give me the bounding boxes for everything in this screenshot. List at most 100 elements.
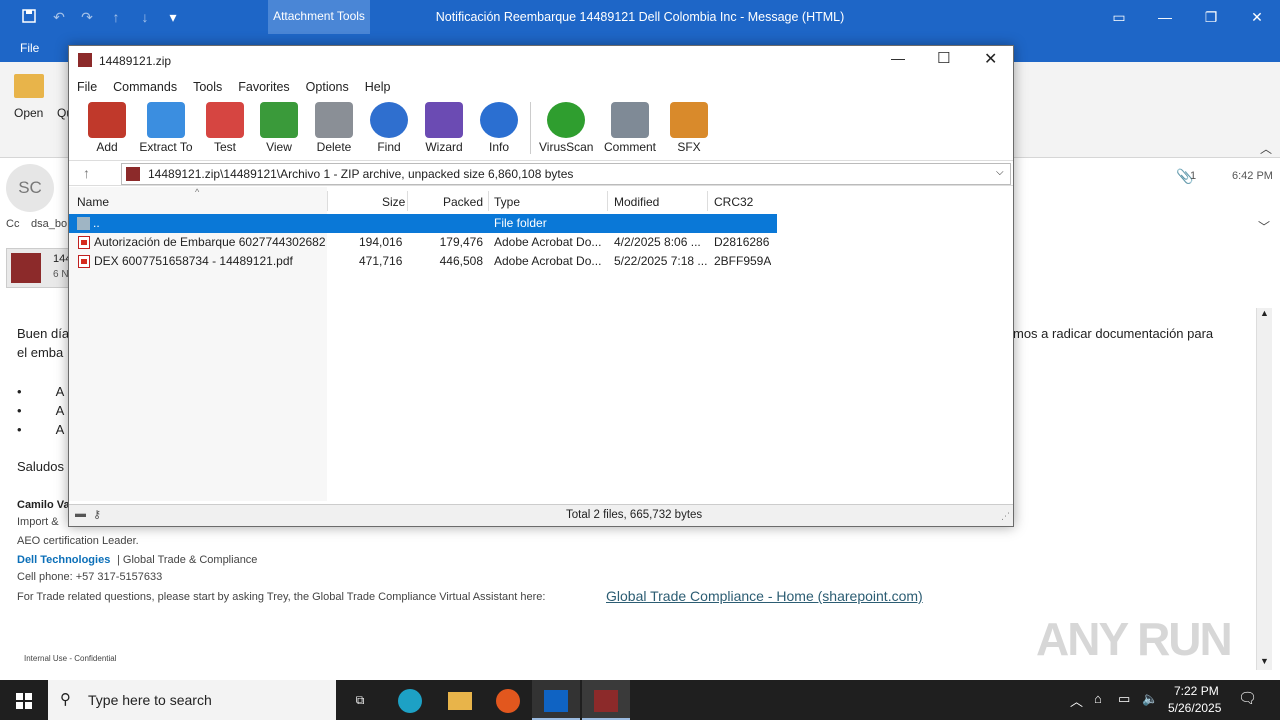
winrar-title: 14489121.zip	[99, 54, 172, 68]
path-dropdown[interactable]: 14489121.zip\14489121\Archivo 1 - ZIP ar…	[121, 163, 1011, 185]
greeting: Buen día	[17, 326, 70, 341]
test-button[interactable]: Test	[203, 102, 247, 156]
file-list: ^ Name Size Packed Type Modified CRC32 .…	[69, 187, 1013, 501]
menu-favorites[interactable]: Favorites	[230, 76, 297, 98]
vertical-scrollbar[interactable]: ▲ ▼	[1256, 308, 1272, 670]
close-icon[interactable]: ✕	[1234, 0, 1280, 34]
greeting-tail: mos a radicar documentación para	[1013, 326, 1214, 341]
add-button[interactable]: Add	[85, 102, 129, 156]
info-button[interactable]: Info	[477, 102, 521, 156]
extract-to-icon	[147, 102, 185, 138]
up-arrow-icon[interactable]: ↑	[107, 8, 125, 26]
start-button[interactable]	[0, 680, 48, 720]
collapse-ribbon-icon[interactable]: ︿	[1260, 140, 1272, 157]
maximize-icon[interactable]: ☐	[937, 49, 950, 67]
network-icon[interactable]: ⌂	[1094, 691, 1102, 706]
volume-icon[interactable]: 🔈	[1142, 691, 1158, 707]
taskbar-search[interactable]: ⚲ Type here to search	[48, 680, 336, 720]
menu-tools[interactable]: Tools	[185, 76, 230, 98]
phone: Cell phone: +57 317-5157633	[17, 571, 163, 583]
sfx-icon	[670, 102, 708, 138]
open-button-label[interactable]: Open	[14, 106, 43, 120]
avatar: SC	[6, 164, 54, 212]
scroll-down-icon[interactable]: ▼	[1260, 656, 1269, 666]
save-icon[interactable]	[20, 8, 38, 26]
virusscan-icon	[547, 102, 585, 138]
column-header-type[interactable]: Type	[494, 193, 520, 211]
edge-icon[interactable]	[386, 680, 434, 720]
ribbon-display-icon[interactable]: ▭	[1096, 0, 1142, 34]
winrar-taskbar-icon[interactable]	[582, 680, 630, 720]
table-row[interactable]: DEX 6007751658734 - 14489121.pdf 471,716…	[69, 252, 1013, 271]
customize-qat-icon[interactable]: ▾	[164, 8, 182, 26]
expand-header-icon[interactable]: ﹀	[1258, 218, 1270, 235]
column-header-packed[interactable]: Packed	[443, 193, 483, 211]
virusscan-button[interactable]: VirusScan	[539, 102, 593, 156]
display-icon[interactable]: ▭	[1118, 691, 1130, 707]
drive-icon[interactable]: ▬	[75, 508, 86, 520]
up-one-level-icon[interactable]: ↑	[83, 165, 90, 181]
scroll-up-icon[interactable]: ▲	[1260, 308, 1269, 318]
firefox-icon[interactable]	[484, 680, 532, 720]
classification-label: Internal Use - Confidential	[24, 654, 117, 663]
search-placeholder: Type here to search	[88, 692, 212, 708]
column-header-crc32[interactable]: CRC32	[714, 193, 753, 211]
restore-icon[interactable]: ❐	[1188, 0, 1234, 34]
clock-time[interactable]: 7:22 PM	[1174, 684, 1219, 698]
menu-help[interactable]: Help	[357, 76, 399, 98]
key-icon[interactable]: ⚷	[93, 508, 101, 521]
aeo-line: AEO certification Leader.	[17, 535, 139, 547]
menu-file[interactable]: File	[69, 76, 105, 98]
file-tab[interactable]: File	[20, 41, 39, 55]
wizard-icon	[425, 102, 463, 138]
menu-options[interactable]: Options	[298, 76, 357, 98]
view-icon	[260, 102, 298, 138]
clock-date[interactable]: 5/26/2025	[1168, 701, 1221, 715]
view-button[interactable]: View	[257, 102, 301, 156]
delete-button[interactable]: Delete	[311, 102, 357, 156]
outlook-titlebar: ↶ ↷ ↑ ↓ ▾ Attachment Tools Notificación …	[0, 0, 1280, 34]
task-view-icon[interactable]: ⧉	[336, 680, 384, 720]
bullet-list: • A • A • A	[17, 382, 64, 439]
attachment-count: 1	[1190, 170, 1197, 182]
outlook-taskbar-icon[interactable]	[532, 680, 580, 720]
minimize-icon[interactable]: —	[891, 50, 905, 66]
file-explorer-icon[interactable]	[436, 680, 484, 720]
comment-icon	[611, 102, 649, 138]
status-text: Total 2 files, 665,732 bytes	[566, 509, 703, 521]
find-button[interactable]: Find	[367, 102, 411, 156]
path-bar: ↑ 14489121.zip\14489121\Archivo 1 - ZIP …	[69, 160, 1013, 186]
received-time: 6:42 PM	[1232, 170, 1273, 182]
comment-button[interactable]: Comment	[601, 102, 659, 156]
cc-value[interactable]: dsa_bo	[31, 218, 67, 230]
show-hidden-icons-icon[interactable]: ︿	[1070, 691, 1083, 710]
extract-to-button[interactable]: Extract To	[137, 102, 195, 156]
sfx-button[interactable]: SFX	[667, 102, 711, 156]
column-header-modified[interactable]: Modified	[614, 193, 659, 211]
table-row[interactable]: Autorización de Embarque 6027744302682..…	[69, 233, 1013, 252]
division-name: | Global Trade & Compliance	[117, 554, 258, 566]
body-line-2: el emba	[17, 345, 64, 360]
column-header-size[interactable]: Size	[382, 193, 405, 211]
down-arrow-icon[interactable]: ↓	[136, 8, 154, 26]
resize-grip-icon[interactable]: ⋰	[1001, 511, 1010, 522]
close-icon[interactable]: ✕	[984, 49, 997, 69]
open-folder-icon[interactable]	[14, 74, 44, 98]
attachment-card[interactable]: 144 6 N	[6, 248, 71, 288]
list-item: • A	[17, 384, 65, 399]
chevron-down-icon[interactable]: ⌵	[996, 167, 1004, 178]
list-item: • A	[17, 422, 65, 437]
search-icon: ⚲	[60, 691, 71, 708]
column-header-name[interactable]: Name	[77, 193, 109, 211]
minimize-icon[interactable]: —	[1142, 0, 1188, 34]
undo-icon[interactable]: ↶	[50, 8, 68, 26]
trade-link[interactable]: Global Trade Compliance - Home (sharepoi…	[606, 588, 923, 604]
taskbar: ⚲ Type here to search ⧉ ︿ ⌂ ▭ 🔈 7:22 PM …	[0, 680, 1280, 720]
redo-icon[interactable]: ↷	[78, 8, 96, 26]
table-row[interactable]: .. File folder	[69, 214, 777, 233]
notifications-icon[interactable]: 🗨	[1238, 689, 1257, 707]
wizard-button[interactable]: Wizard	[421, 102, 467, 156]
menu-commands[interactable]: Commands	[105, 76, 185, 98]
path-text: 14489121.zip\14489121\Archivo 1 - ZIP ar…	[148, 167, 574, 181]
test-icon	[206, 102, 244, 138]
